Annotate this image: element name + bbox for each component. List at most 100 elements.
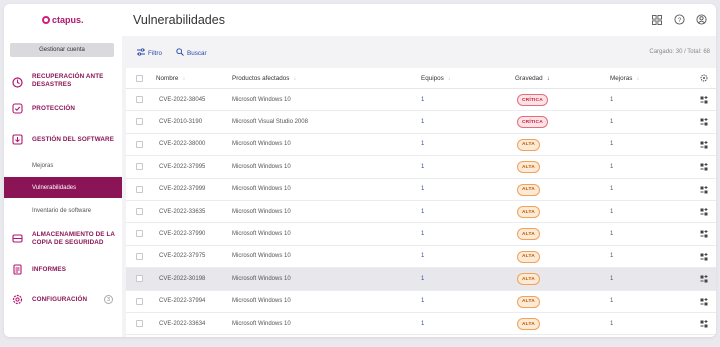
row-action-icon[interactable] — [700, 96, 708, 104]
sidebar-item-reports[interactable]: INFORMES — [4, 263, 122, 277]
app-window: ctapus. Gestionar cuenta RECUPERACIÓN AN… — [4, 4, 716, 337]
sidebar-item-software[interactable]: GESTIÓN DEL SOFTWARE — [4, 133, 122, 147]
cve-name[interactable]: CVE-2022-38000 — [159, 141, 205, 147]
table-row[interactable]: CVE-2022-38000 Microsoft Windows 10 1 ALTA 1 — [126, 134, 716, 157]
help-icon[interactable]: ? — [674, 14, 685, 25]
filter-button[interactable]: Filtro — [137, 48, 162, 58]
cve-name[interactable]: CVE-2022-33635 — [159, 209, 205, 215]
table-row[interactable]: CVE-2010-3190 Microsoft Visual Studio 200… — [126, 111, 716, 134]
table-row[interactable]: CVE-2022-37990 Microsoft Windows 10 1 ALTA 1 — [126, 223, 716, 246]
sidebar-item-config[interactable]: CONFIGURACIÓN 3 — [4, 293, 122, 307]
affected-product: Microsoft Windows 10 — [232, 275, 291, 282]
column-header-productos[interactable]: Productos afectados ↓ — [232, 75, 296, 82]
table-row[interactable]: CVE-2022-30198 Microsoft Windows 10 1 ALTA 1 — [126, 268, 716, 291]
shield-icon — [12, 103, 23, 114]
table-row[interactable]: CVE-2022-37999 Microsoft Windows 10 1 ALTA 1 — [126, 179, 716, 201]
manage-account-button[interactable]: Gestionar cuenta — [10, 43, 114, 57]
search-button[interactable]: Buscar — [176, 48, 207, 58]
row-checkbox[interactable] — [136, 252, 143, 260]
column-header-nombre[interactable]: Nombre ↓ — [156, 75, 185, 82]
sidebar-item-recovery[interactable]: RECUPERACIÓN ANTE DESASTRES — [4, 69, 122, 95]
devices-count[interactable]: 1 — [421, 119, 424, 125]
recovery-icon — [12, 76, 23, 88]
fixes-count: 1 — [610, 118, 614, 125]
devices-count[interactable]: 1 — [421, 186, 424, 192]
devices-count[interactable]: 1 — [421, 97, 424, 103]
gear-icon — [12, 294, 23, 305]
table-row[interactable]: CVE-2022-33634 Microsoft Windows 10 1 ALTA 1 — [126, 313, 716, 336]
row-checkbox[interactable] — [136, 230, 143, 238]
row-action-icon[interactable] — [700, 140, 708, 149]
devices-count[interactable]: 1 — [421, 298, 424, 304]
row-checkbox[interactable] — [136, 208, 143, 215]
devices-count[interactable]: 1 — [421, 141, 424, 147]
sort-active-icon: ↓ — [546, 75, 550, 82]
row-checkbox[interactable] — [136, 163, 143, 171]
fixes-count: 1 — [610, 320, 614, 327]
select-all-checkbox[interactable] — [136, 75, 143, 82]
column-header-equipos[interactable]: Equipos ↓ — [421, 75, 451, 82]
row-action-icon[interactable] — [700, 185, 708, 194]
cve-name[interactable]: CVE-2022-37999 — [159, 186, 205, 192]
row-action-icon[interactable] — [700, 297, 708, 306]
severity-badge: ALTA — [517, 206, 540, 218]
cve-name[interactable]: CVE-2022-30198 — [159, 276, 205, 282]
severity-badge: ALTA — [517, 318, 540, 330]
cve-name[interactable]: CVE-2022-37990 — [159, 231, 205, 237]
sort-icon: ↓ — [182, 75, 186, 82]
affected-product: Microsoft Windows 10 — [232, 253, 291, 260]
row-action-icon[interactable] — [700, 252, 708, 261]
table-row[interactable]: CVE-2022-37975 Microsoft Windows 10 1 ALTA 1 — [126, 246, 716, 269]
row-action-icon[interactable] — [700, 230, 708, 238]
sidebar-subitem-vulnerabilidades[interactable]: Vulnerabilidades — [4, 177, 122, 198]
row-action-icon[interactable] — [700, 208, 708, 216]
devices-count[interactable]: 1 — [421, 231, 424, 237]
devices-count[interactable]: 1 — [421, 276, 424, 282]
cve-name[interactable]: CVE-2022-33634 — [159, 321, 205, 327]
row-checkbox[interactable] — [136, 140, 143, 148]
table-row[interactable]: CVE-2022-37994 Microsoft Windows 10 1 ALTA 1 — [126, 291, 716, 313]
column-header-mejoras[interactable]: Mejoras ↓ — [610, 75, 639, 82]
cve-name[interactable]: CVE-2022-37994 — [159, 298, 205, 304]
sidebar-item-storage[interactable]: ALMACENAMIENTO DE LA COPIA DE SEGURIDAD — [4, 228, 122, 250]
row-action-icon[interactable] — [700, 118, 708, 126]
devices-count[interactable]: 1 — [421, 253, 424, 259]
logo[interactable]: ctapus. — [42, 15, 84, 25]
sidebar-subitem-mejoras[interactable]: Mejoras — [4, 155, 122, 176]
fixes-count: 1 — [610, 208, 614, 215]
row-checkbox[interactable] — [136, 275, 143, 283]
row-checkbox[interactable] — [136, 320, 143, 327]
cve-name[interactable]: CVE-2022-37975 — [159, 253, 205, 259]
cve-name[interactable]: CVE-2022-37995 — [159, 164, 205, 170]
table-header: Nombre ↓ Productos afectados ↓ Equipos ↓ Gr… — [126, 68, 716, 89]
user-icon[interactable] — [696, 14, 707, 25]
cve-name[interactable]: CVE-2010-3190 — [159, 119, 202, 125]
row-action-icon[interactable] — [700, 320, 708, 328]
fixes-count: 1 — [610, 298, 614, 305]
devices-count[interactable]: 1 — [421, 164, 424, 170]
column-settings-icon[interactable] — [700, 74, 708, 82]
row-checkbox[interactable] — [136, 185, 143, 193]
row-action-icon[interactable] — [700, 163, 708, 171]
affected-product: Microsoft Windows 10 — [232, 208, 291, 215]
affected-product: Microsoft Windows 10 — [232, 298, 291, 305]
sidebar-subitem-inventario[interactable]: Inventario de software — [4, 200, 122, 221]
table-row[interactable]: CVE-2022-38045 Microsoft Windows 10 1 CRÍTI… — [126, 89, 716, 112]
cve-name[interactable]: CVE-2022-38045 — [159, 97, 205, 103]
sidebar-item-label: INFORMES — [32, 266, 67, 273]
devices-count[interactable]: 1 — [421, 321, 424, 327]
column-header-gravedad[interactable]: Gravedad ↓ — [515, 75, 550, 82]
table-row[interactable]: CVE-2022-33635 Microsoft Windows 10 1 ALTA 1 — [126, 201, 716, 224]
sidebar-item-label: GESTIÓN DEL SOFTWARE — [32, 136, 114, 143]
severity-badge: ALTA — [517, 138, 540, 151]
row-checkbox[interactable] — [136, 297, 143, 305]
row-checkbox[interactable] — [136, 96, 143, 103]
grid-icon[interactable] — [651, 14, 662, 25]
sidebar-item-protection[interactable]: PROTECCIÓN — [4, 102, 122, 116]
table-row[interactable]: CVE-2022-37995 Microsoft Windows 10 1 ALTA 1 — [126, 156, 716, 179]
report-icon — [12, 264, 23, 275]
row-action-icon[interactable] — [700, 275, 708, 283]
sidebar-item-label: ALMACENAMIENTO DE LA COPIA DE SEGURIDAD — [32, 231, 115, 246]
devices-count[interactable]: 1 — [421, 209, 424, 215]
row-checkbox[interactable] — [136, 118, 143, 126]
